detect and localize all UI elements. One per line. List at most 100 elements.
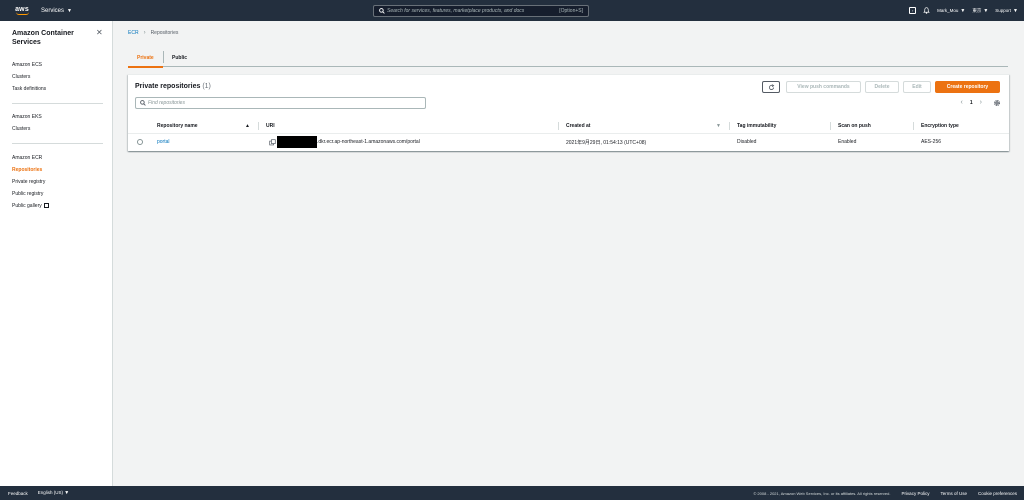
language-selector[interactable]: English (US) ▼ xyxy=(38,490,69,496)
chevron-right-icon[interactable]: › xyxy=(980,99,982,106)
sidebar-item-private-registry[interactable]: Private registry xyxy=(12,179,45,185)
bell-icon[interactable] xyxy=(923,6,930,15)
sidebar-divider xyxy=(12,143,103,144)
feedback-link[interactable]: Feedback xyxy=(8,491,28,496)
aws-logo[interactable]: aws xyxy=(13,4,31,18)
column-divider xyxy=(258,122,259,130)
tag-immutability-value: Disabled xyxy=(737,139,757,145)
sidebar-item-ecs-clusters[interactable]: Clusters xyxy=(12,74,30,80)
registry-tabs: Private Public xyxy=(128,48,1008,68)
column-header-scan-on-push[interactable]: Scan on push xyxy=(838,118,871,134)
language-label: English (US) xyxy=(37,490,64,495)
tab-public[interactable]: Public xyxy=(172,48,187,67)
region-name: 東京 xyxy=(972,7,982,13)
sidebar-title: Amazon Container Services xyxy=(12,30,74,46)
chevron-left-icon[interactable]: ‹ xyxy=(961,99,963,106)
copyright-text: © 2008 - 2021, Amazon Web Services, Inc.… xyxy=(753,490,891,496)
caret-down-icon: ▼ xyxy=(983,7,989,14)
aws-smile-icon xyxy=(15,12,29,15)
caret-down-icon: ▼ xyxy=(64,490,70,496)
footer-left: Feedback English (US) ▼ xyxy=(8,490,69,496)
gear-icon[interactable] xyxy=(992,98,1001,107)
column-header-repository-name[interactable]: Repository name xyxy=(157,118,198,134)
column-header-created-at[interactable]: Created at xyxy=(566,118,590,134)
top-right-controls: › Mark_Mou ▼ 東京 ▼ Support ▼ xyxy=(909,0,1018,21)
cookie-preferences-link[interactable]: Cookie preferences xyxy=(978,491,1017,496)
sidebar-item-amazon-ecr[interactable]: Amazon ECR xyxy=(12,155,42,161)
redacted-account-id xyxy=(277,136,317,148)
scan-on-push-value: Enabled xyxy=(838,139,857,145)
row-select-radio[interactable] xyxy=(137,139,143,145)
delete-button[interactable]: Delete xyxy=(865,81,899,93)
tab-divider xyxy=(163,51,164,63)
cloudshell-icon[interactable]: › xyxy=(909,7,917,14)
breadcrumb-current: Repositories xyxy=(150,30,179,36)
services-menu[interactable]: Services ▼ xyxy=(41,8,72,14)
sort-ascending-icon[interactable]: ▲ xyxy=(245,118,250,134)
sidebar-item-eks-clusters[interactable]: Clusters xyxy=(12,126,30,132)
account-menu[interactable]: Mark_Mou ▼ xyxy=(937,8,965,14)
search-icon xyxy=(377,8,387,14)
chevron-right-icon: › xyxy=(143,30,146,36)
sidebar-item-public-registry[interactable]: Public registry xyxy=(12,191,43,197)
sidebar-item-repositories[interactable]: Repositories xyxy=(12,167,42,173)
edit-button[interactable]: Edit xyxy=(903,81,931,93)
pagination: ‹ 1 › xyxy=(961,99,982,106)
sidebar-item-public-gallery[interactable]: Public gallery xyxy=(12,203,49,209)
region-menu[interactable]: 東京 ▼ xyxy=(972,8,988,14)
sidebar: Amazon Container Services ✕ Amazon ECS C… xyxy=(0,21,113,486)
repository-uri: .dkr.ecr.ap-northeast-1.amazonaws.com/po… xyxy=(317,139,420,145)
sidebar-item-label: Public gallery xyxy=(12,203,42,209)
find-repositories-filter[interactable] xyxy=(135,97,426,109)
search-shortcut-hint: [Option+S] xyxy=(559,8,583,14)
table-header: Repository name ▲ URI Created at ▼ Tag i… xyxy=(128,118,1009,134)
panel-title-text: Private repositories xyxy=(135,83,201,90)
terms-of-use-link[interactable]: Terms of Use xyxy=(940,491,967,496)
top-navigation: aws Services ▼ [Option+S] › Mark_Mou▼ 東京… xyxy=(0,0,1024,21)
support-menu[interactable]: Support ▼ xyxy=(995,8,1018,14)
privacy-policy-link[interactable]: Privacy Policy xyxy=(901,491,929,496)
column-divider xyxy=(830,122,831,130)
footer: Feedback English (US) ▼ © 2008 - 2021, A… xyxy=(0,486,1024,500)
repository-name-link[interactable]: portal xyxy=(157,134,170,150)
column-divider xyxy=(558,122,559,130)
find-repositories-input[interactable] xyxy=(148,100,425,106)
footer-right: © 2008 - 2021, Amazon Web Services, Inc.… xyxy=(753,491,1017,496)
tab-private[interactable]: Private xyxy=(128,48,163,68)
panel-title: Private repositories (1) xyxy=(135,83,211,90)
table-row: portal .dkr.ecr.ap-northeast-1.amazonaws… xyxy=(128,134,1009,150)
repository-count: (1) xyxy=(202,83,211,90)
sort-descending-icon[interactable]: ▼ xyxy=(716,118,721,134)
column-divider xyxy=(913,122,914,130)
external-link-icon xyxy=(43,203,49,208)
refresh-icon xyxy=(768,83,774,90)
search-icon xyxy=(138,100,148,106)
sidebar-item-amazon-ecs[interactable]: Amazon ECS xyxy=(12,62,42,68)
column-header-uri[interactable]: URI xyxy=(266,118,275,134)
support-label: Support xyxy=(995,8,1012,13)
account-name: Mark_Mou xyxy=(937,8,959,13)
refresh-button[interactable] xyxy=(762,81,780,93)
column-header-encryption-type[interactable]: Encryption type xyxy=(921,118,959,134)
global-search-input[interactable] xyxy=(387,8,560,14)
created-at-value: 2021年9月29日, 01:54:13 (UTC+08) xyxy=(566,139,647,146)
copy-icon[interactable] xyxy=(269,139,276,146)
column-header-tag-immutability[interactable]: Tag immutability xyxy=(737,118,776,134)
encryption-type-value: AES-256 xyxy=(921,139,942,145)
global-search[interactable]: [Option+S] xyxy=(373,5,589,17)
create-repository-button[interactable]: Create repository xyxy=(935,81,1000,93)
breadcrumb-ecr-link[interactable]: ECR xyxy=(128,30,139,36)
column-divider xyxy=(729,122,730,130)
sidebar-item-amazon-eks[interactable]: Amazon EKS xyxy=(12,114,42,120)
page-number[interactable]: 1 xyxy=(970,100,973,106)
caret-down-icon: ▼ xyxy=(1013,7,1018,14)
view-push-commands-button[interactable]: View push commands xyxy=(786,81,861,93)
caret-down-icon: ▼ xyxy=(960,7,966,14)
repositories-panel: Private repositories (1) View push comma… xyxy=(128,74,1009,151)
close-icon[interactable]: ✕ xyxy=(96,28,103,37)
caret-down-icon: ▼ xyxy=(67,7,72,14)
breadcrumb: ECR › Repositories xyxy=(128,30,178,36)
sidebar-divider xyxy=(12,103,103,104)
services-label: Services xyxy=(41,7,65,14)
sidebar-item-task-definitions[interactable]: Task definitions xyxy=(12,86,46,92)
